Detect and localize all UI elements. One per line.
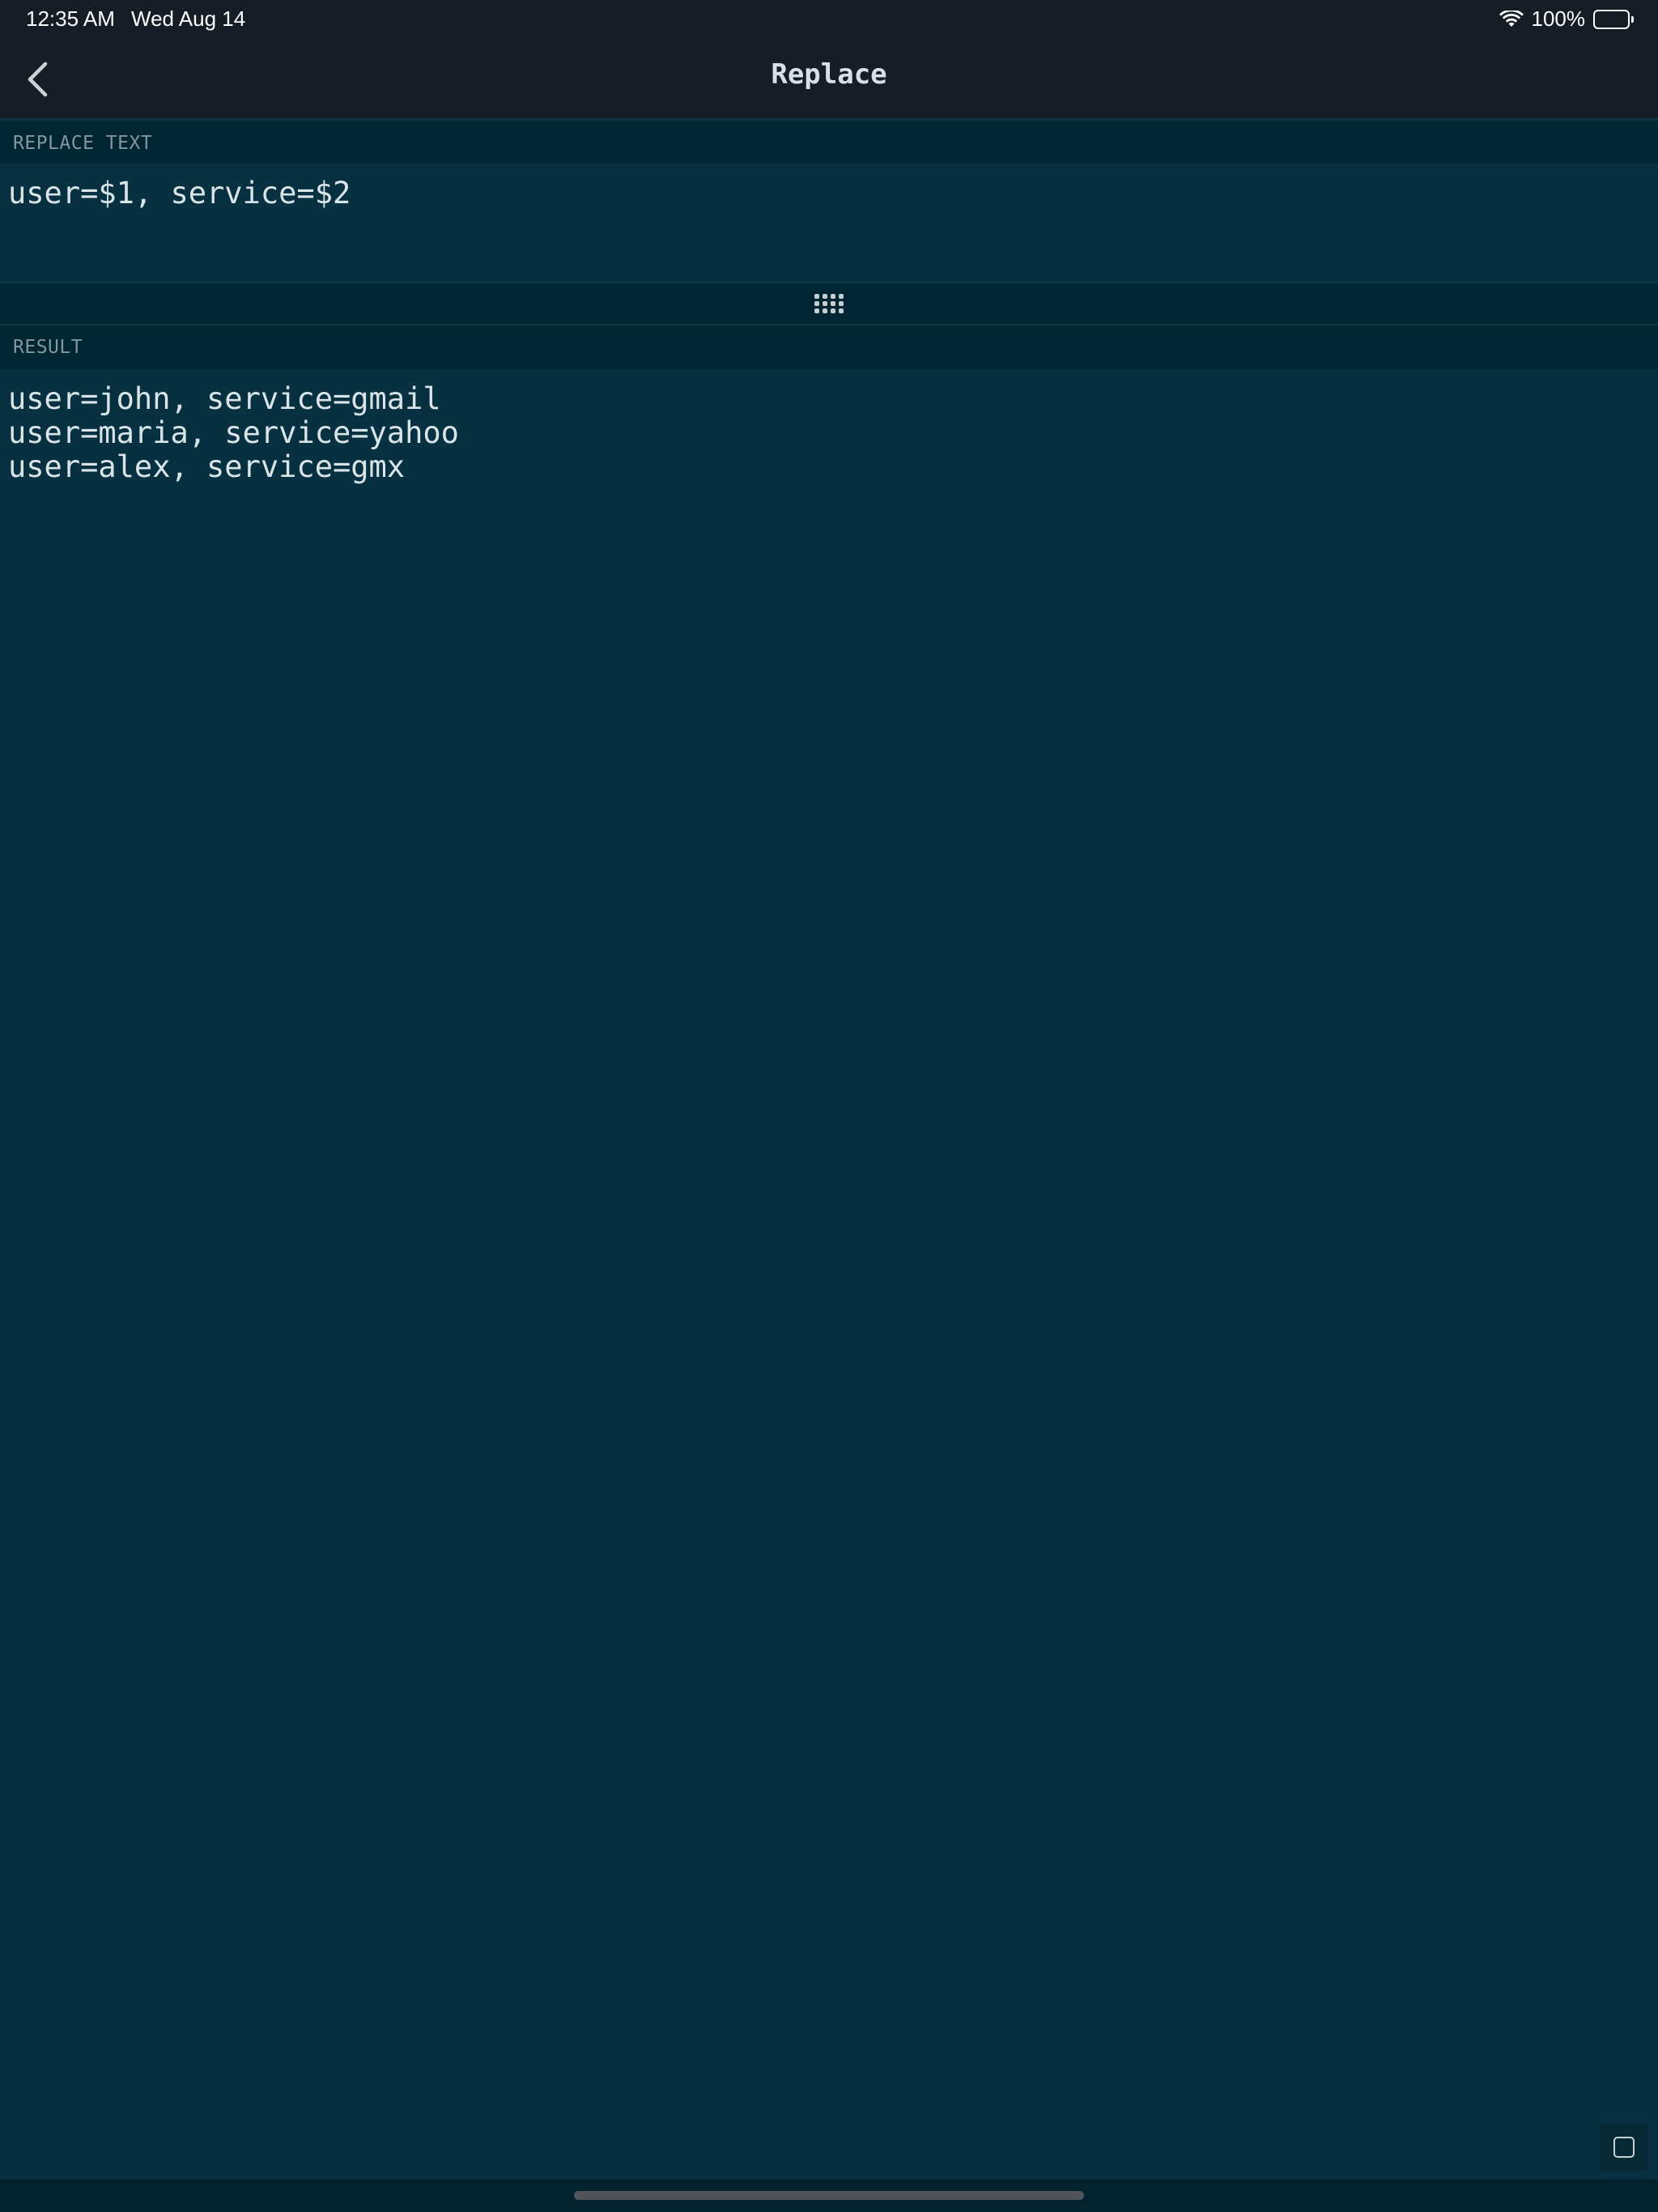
page-title: Replace — [771, 58, 887, 91]
battery-icon — [1593, 9, 1634, 29]
result-editor[interactable]: user=john, service=gmail user=maria, ser… — [0, 369, 1658, 2180]
square-icon — [1613, 2137, 1635, 2158]
grip-icon — [814, 294, 844, 313]
status-indicators: 100% — [1499, 6, 1634, 32]
status-time: 12:35 AM — [26, 6, 115, 31]
result-header: RESULT — [0, 325, 1658, 369]
navigation-bar: Replace — [0, 40, 1658, 120]
replace-text-editor[interactable]: user=$1, service=$2 — [0, 164, 1658, 282]
corner-button[interactable] — [1600, 2123, 1648, 2172]
wifi-icon — [1499, 10, 1524, 27]
status-bar: 12:35 AM Wed Aug 14 100% — [0, 0, 1658, 40]
replace-text-header: REPLACE TEXT — [0, 121, 1658, 165]
status-date: Wed Aug 14 — [131, 6, 246, 31]
home-indicator — [574, 2191, 1084, 2200]
split-resize-handle[interactable] — [0, 282, 1658, 325]
battery-percent: 100% — [1531, 6, 1586, 31]
